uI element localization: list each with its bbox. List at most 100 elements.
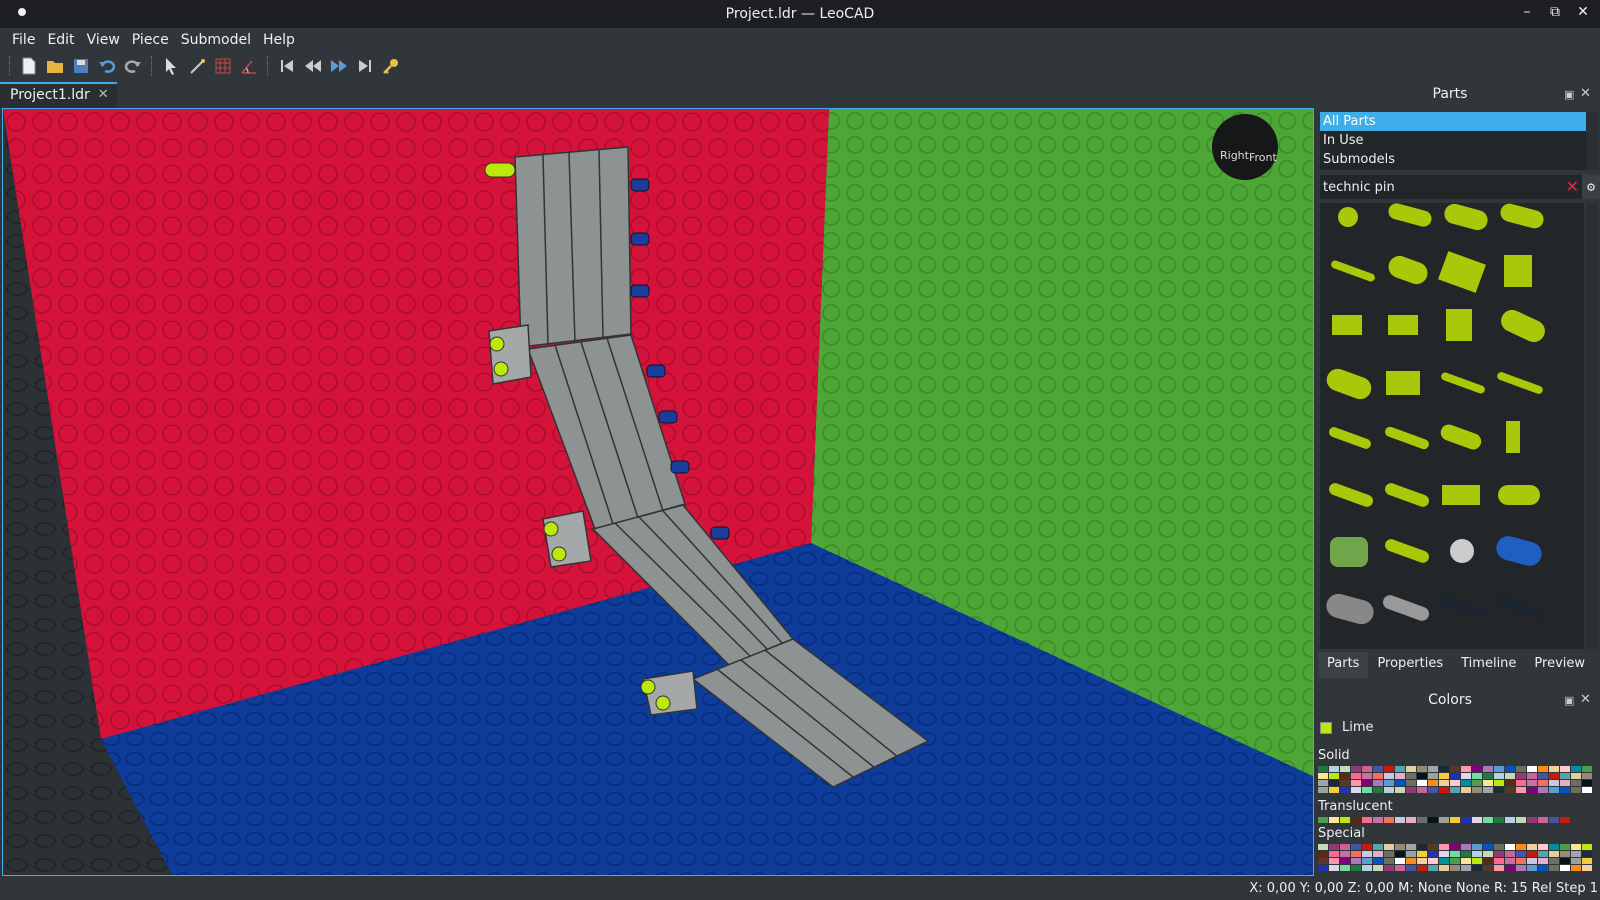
color-swatch[interactable] [1549,865,1559,871]
color-swatch[interactable] [1560,817,1570,823]
color-swatch[interactable] [1494,780,1504,786]
color-swatch[interactable] [1527,865,1537,871]
color-swatch[interactable] [1417,865,1427,871]
color-swatch[interactable] [1384,844,1394,850]
color-swatch[interactable] [1329,780,1339,786]
color-swatch[interactable] [1472,787,1482,793]
key-icon[interactable] [380,55,402,77]
color-swatch[interactable] [1362,844,1372,850]
tab-parts[interactable]: Parts [1318,652,1369,678]
color-swatch[interactable] [1571,766,1581,772]
close-colors-panel-icon[interactable]: ✕ [1580,692,1591,707]
part-thumbnail[interactable] [1385,253,1430,287]
view-cube[interactable]: Right Front [1212,114,1278,180]
color-swatch[interactable] [1428,787,1438,793]
menu-piece[interactable]: Piece [126,32,175,48]
redo-icon[interactable] [122,55,144,77]
color-swatch[interactable] [1406,851,1416,857]
color-swatch[interactable] [1351,766,1361,772]
color-swatch[interactable] [1406,817,1416,823]
color-swatch[interactable] [1472,817,1482,823]
color-swatch[interactable] [1439,844,1449,850]
color-swatch[interactable] [1428,865,1438,871]
color-swatch[interactable] [1571,851,1581,857]
part-thumbnail[interactable] [1494,533,1545,568]
color-swatch[interactable] [1505,851,1515,857]
color-swatch[interactable] [1439,851,1449,857]
color-swatch[interactable] [1516,766,1526,772]
color-swatch[interactable] [1417,780,1427,786]
color-swatch[interactable] [1505,817,1515,823]
color-swatch[interactable] [1516,780,1526,786]
color-swatch[interactable] [1494,865,1504,871]
part-thumbnail[interactable] [1438,251,1486,293]
color-swatch[interactable] [1527,787,1537,793]
color-swatch[interactable] [1538,773,1548,779]
color-swatch[interactable] [1560,780,1570,786]
part-thumbnail[interactable] [1498,485,1540,505]
color-swatch[interactable] [1384,851,1394,857]
color-swatch[interactable] [1406,780,1416,786]
color-swatch[interactable] [1505,858,1515,864]
color-swatch[interactable] [1340,780,1350,786]
color-swatch[interactable] [1516,858,1526,864]
color-swatch[interactable] [1351,858,1361,864]
color-swatch[interactable] [1362,787,1372,793]
previous-step-icon[interactable] [302,55,324,77]
menu-edit[interactable]: Edit [41,32,80,48]
color-swatch[interactable] [1406,858,1416,864]
part-thumbnail[interactable] [1496,371,1544,395]
color-swatch[interactable] [1560,851,1570,857]
color-swatch[interactable] [1494,844,1504,850]
color-swatch[interactable] [1395,766,1405,772]
part-thumbnail[interactable] [1383,537,1430,564]
color-swatch[interactable] [1538,766,1548,772]
color-swatch[interactable] [1340,817,1350,823]
part-thumbnail[interactable] [1330,537,1368,567]
color-swatch[interactable] [1538,844,1548,850]
color-swatch[interactable] [1461,851,1471,857]
color-swatch[interactable] [1538,787,1548,793]
color-swatch[interactable] [1373,844,1383,850]
color-swatch[interactable] [1417,858,1427,864]
color-swatch[interactable] [1461,773,1471,779]
color-swatch[interactable] [1472,851,1482,857]
color-swatch[interactable] [1450,851,1460,857]
color-swatch[interactable] [1384,865,1394,871]
color-swatch[interactable] [1538,851,1548,857]
color-swatch[interactable] [1494,787,1504,793]
color-swatch[interactable] [1494,773,1504,779]
color-swatch[interactable] [1450,780,1460,786]
color-swatch[interactable] [1582,865,1592,871]
category-scrollbar[interactable] [1586,112,1598,170]
search-options-icon[interactable]: ⚙ [1582,175,1600,199]
category-in-use[interactable]: In Use [1320,131,1586,150]
part-thumbnail[interactable] [1504,255,1532,287]
last-step-icon[interactable] [354,55,376,77]
color-swatch[interactable] [1494,817,1504,823]
category-submodels[interactable]: Submodels [1320,150,1586,169]
color-swatch[interactable] [1340,787,1350,793]
color-swatch[interactable] [1395,851,1405,857]
part-thumbnail[interactable] [1388,315,1418,335]
color-swatch[interactable] [1450,844,1460,850]
color-swatch[interactable] [1329,773,1339,779]
color-swatch[interactable] [1494,858,1504,864]
color-swatch[interactable] [1560,844,1570,850]
color-swatch[interactable] [1384,858,1394,864]
color-swatch[interactable] [1395,817,1405,823]
color-swatch[interactable] [1560,865,1570,871]
color-swatch[interactable] [1329,766,1339,772]
select-icon[interactable] [160,55,182,77]
color-swatch[interactable] [1318,766,1328,772]
part-thumbnail[interactable] [1324,366,1375,402]
color-swatch[interactable] [1439,766,1449,772]
color-swatch[interactable] [1549,817,1559,823]
color-swatch[interactable] [1329,865,1339,871]
menu-help[interactable]: Help [257,32,301,48]
color-swatch[interactable] [1494,766,1504,772]
color-swatch[interactable] [1428,844,1438,850]
color-swatch[interactable] [1318,844,1328,850]
color-swatch[interactable] [1318,858,1328,864]
part-thumbnail[interactable] [1381,593,1431,623]
